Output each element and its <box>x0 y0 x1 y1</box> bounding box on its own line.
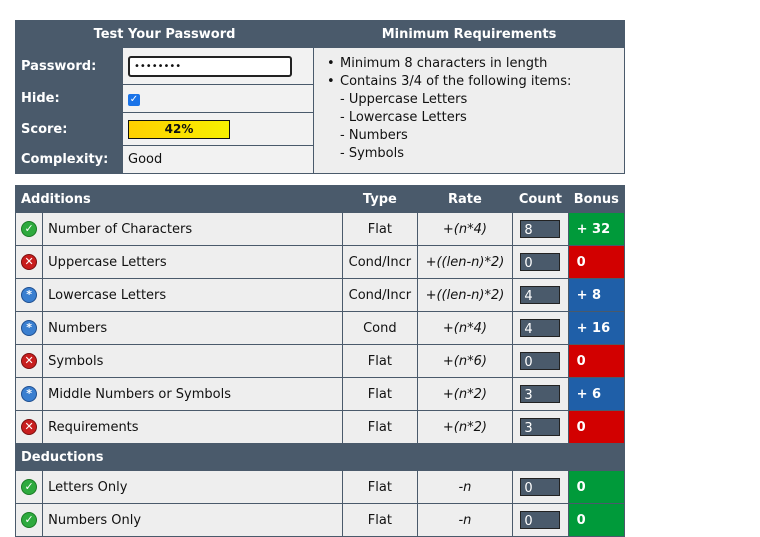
password-label: Password: <box>15 47 123 85</box>
table-row: * Numbers Cond +(n*4) 4 + 16 <box>14 311 626 345</box>
requirement-subitem: - Symbols <box>340 146 405 161</box>
complexity-label: Complexity: <box>15 145 123 174</box>
requirement-subitem: - Lowercase Letters <box>340 110 467 125</box>
cross-icon: ✕ <box>21 254 38 270</box>
info-icon: * <box>21 386 38 402</box>
test-password-title: Test Your Password <box>15 20 314 48</box>
row-count: 8 <box>520 220 561 238</box>
row-name: Numbers Only <box>42 503 344 537</box>
row-type: Flat <box>342 470 418 504</box>
row-rate: +(n*4) <box>416 311 514 345</box>
requirements-list: Minimum 8 characters in length Contains … <box>327 55 624 163</box>
table-row: ✓ Numbers Only Flat -n 0 0 <box>14 503 626 537</box>
row-name: Symbols <box>42 344 344 378</box>
row-type: Flat <box>342 212 418 246</box>
row-bonus: + 6 <box>567 377 626 411</box>
row-count: 3 <box>520 418 561 436</box>
password-test-panel: Test Your Password Minimum Requirements … <box>15 20 625 174</box>
table-row: * Lowercase Letters Cond/Incr +((len-n)*2) 4… <box>14 278 626 312</box>
row-rate: +((len-n)*2) <box>416 245 514 279</box>
requirement-item: Contains 3/4 of the following items: <box>327 73 624 91</box>
table-row: * Middle Numbers or Symbols Flat +(n*2) 3 + 6 <box>14 377 626 411</box>
row-count: 4 <box>520 286 561 304</box>
row-count: 0 <box>520 352 561 370</box>
table-row: ✓ Number of Characters Flat +(n*4) 8 + 32 <box>14 212 626 246</box>
requirements-box: Minimum 8 characters in length Contains … <box>313 47 625 174</box>
row-name: Middle Numbers or Symbols <box>42 377 344 411</box>
row-bonus: + 32 <box>567 212 626 246</box>
row-name: Requirements <box>42 410 344 444</box>
table-row: ✕ Requirements Flat +(n*2) 3 0 <box>14 410 626 444</box>
row-name: Letters Only <box>42 470 344 504</box>
deductions-rows: ✓ Letters Only Flat -n 0 0 ✓ Numbers Only Flat -n… <box>14 470 626 537</box>
row-rate: +(n*4) <box>416 212 514 246</box>
additions-rows: ✓ Number of Characters Flat +(n*4) 8 + 32 ✕ Upp… <box>14 212 626 444</box>
min-requirements-title: Minimum Requirements <box>313 20 625 48</box>
row-bonus: + 8 <box>567 278 626 312</box>
requirement-subitem: - Numbers <box>340 128 408 143</box>
hide-label: Hide: <box>15 84 123 113</box>
row-name: Uppercase Letters <box>42 245 344 279</box>
requirement-item: Minimum 8 characters in length <box>327 55 624 73</box>
complexity-value: Good <box>122 145 314 174</box>
row-bonus: 0 <box>567 410 626 444</box>
row-count: 3 <box>520 385 561 403</box>
bonus-header: Bonus <box>567 185 626 213</box>
rate-header: Rate <box>416 185 514 213</box>
row-bonus: 0 <box>567 344 626 378</box>
row-bonus: + 16 <box>567 311 626 345</box>
row-rate: +(n*6) <box>416 344 514 378</box>
check-icon: ✓ <box>21 221 38 237</box>
row-rate: -n <box>416 503 514 537</box>
row-type: Cond <box>342 311 418 345</box>
count-header: Count <box>512 185 569 213</box>
cross-icon: ✕ <box>21 353 38 369</box>
row-type: Cond/Incr <box>342 245 418 279</box>
row-type: Flat <box>342 503 418 537</box>
password-input[interactable]: •••••••• <box>128 55 292 77</box>
row-rate: -n <box>416 470 514 504</box>
table-row: ✓ Letters Only Flat -n 0 0 <box>14 470 626 504</box>
row-count: 4 <box>520 319 561 337</box>
row-rate: +(n*2) <box>416 377 514 411</box>
row-rate: +(n*2) <box>416 410 514 444</box>
score-bar: 42% <box>128 119 230 139</box>
table-row: ✕ Symbols Flat +(n*6) 0 0 <box>14 344 626 378</box>
row-name: Number of Characters <box>42 212 344 246</box>
type-header: Type <box>342 185 418 213</box>
score-breakdown-table: Additions Type Rate Count Bonus ✓ Number … <box>14 185 626 537</box>
cross-icon: ✕ <box>21 419 38 435</box>
row-count: 0 <box>520 478 561 496</box>
row-bonus: 0 <box>567 470 626 504</box>
row-type: Cond/Incr <box>342 278 418 312</box>
table-row: ✕ Uppercase Letters Cond/Incr +((len-n)*2) 0… <box>14 245 626 279</box>
row-name: Numbers <box>42 311 344 345</box>
info-icon: * <box>21 287 38 303</box>
row-name: Lowercase Letters <box>42 278 344 312</box>
additions-header: Additions <box>14 185 344 213</box>
score-label: Score: <box>15 112 123 146</box>
row-bonus: 0 <box>567 503 626 537</box>
row-rate: +((len-n)*2) <box>416 278 514 312</box>
row-bonus: 0 <box>567 245 626 279</box>
info-icon: * <box>21 320 38 336</box>
row-count: 0 <box>520 511 561 529</box>
row-type: Flat <box>342 377 418 411</box>
hide-checkbox[interactable]: ✓ <box>128 94 140 106</box>
row-type: Flat <box>342 344 418 378</box>
row-type: Flat <box>342 410 418 444</box>
check-icon: ✓ <box>21 479 38 495</box>
deductions-header: Deductions <box>15 443 625 471</box>
row-count: 0 <box>520 253 561 271</box>
check-icon: ✓ <box>21 512 38 528</box>
requirement-subitem: - Uppercase Letters <box>340 92 468 107</box>
